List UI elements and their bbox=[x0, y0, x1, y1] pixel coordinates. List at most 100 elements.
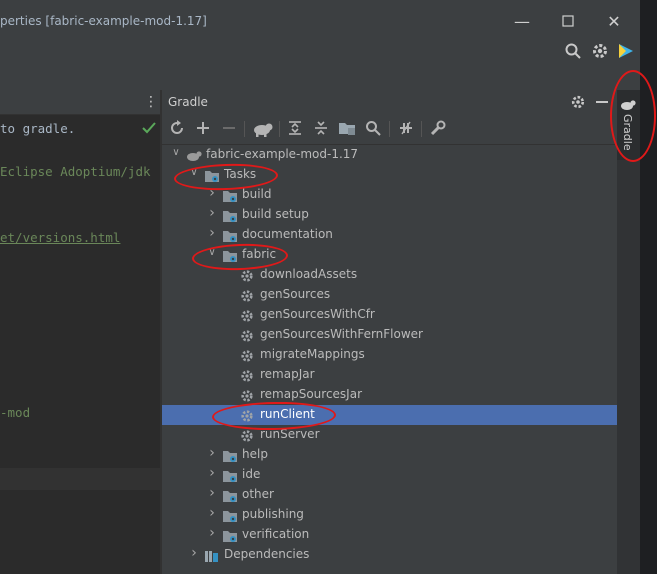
task-gear-icon bbox=[240, 428, 256, 442]
tree-task[interactable]: genSourcesWithCfr bbox=[162, 305, 617, 325]
toolbar-separator bbox=[279, 121, 280, 137]
settings-wrench-icon[interactable] bbox=[429, 120, 447, 138]
chevron-down-icon[interactable]: ∨ bbox=[206, 247, 218, 258]
tree-task[interactable]: runServer bbox=[162, 425, 617, 445]
panel-hide-icon[interactable] bbox=[596, 101, 608, 103]
tree-label: publishing bbox=[242, 507, 304, 521]
tree-label: build setup bbox=[242, 207, 309, 221]
tree-root-project[interactable]: ∨ fabric-example-mod-1.17 bbox=[162, 145, 617, 165]
tree-node-group[interactable]: › documentation bbox=[162, 225, 617, 245]
remove-icon[interactable] bbox=[220, 120, 238, 138]
tree-node-group[interactable]: › other bbox=[162, 485, 617, 505]
task-gear-icon bbox=[240, 388, 256, 402]
elephant-icon[interactable] bbox=[252, 120, 274, 138]
tree-label: Tasks bbox=[224, 167, 257, 181]
code-line: to gradle. bbox=[0, 121, 76, 136]
tree-node-group[interactable]: › verification bbox=[162, 525, 617, 545]
folder-gear-icon bbox=[222, 248, 238, 262]
chevron-right-icon[interactable]: › bbox=[206, 485, 218, 501]
search-icon[interactable] bbox=[364, 120, 382, 138]
group-modules-icon[interactable] bbox=[338, 120, 356, 138]
tree-node-group[interactable]: › ide bbox=[162, 465, 617, 485]
minimize-icon[interactable]: — bbox=[512, 12, 532, 32]
tree-task[interactable]: genSources bbox=[162, 285, 617, 305]
refresh-icon[interactable] bbox=[168, 120, 186, 138]
tree-node-group[interactable]: › build setup bbox=[162, 205, 617, 225]
toolbox-logo-icon[interactable] bbox=[617, 42, 635, 60]
tree-label: fabric-example-mod-1.17 bbox=[206, 147, 359, 161]
tree-node-group[interactable]: › build bbox=[162, 185, 617, 205]
chevron-right-icon[interactable]: › bbox=[206, 465, 218, 481]
chevron-right-icon[interactable]: › bbox=[188, 545, 200, 561]
task-gear-icon bbox=[240, 408, 256, 422]
task-gear-icon bbox=[240, 328, 256, 342]
folder-gear-icon bbox=[222, 208, 238, 222]
tree-label: genSourcesWithFernFlower bbox=[260, 327, 423, 341]
tree-node-dependencies[interactable]: › Dependencies bbox=[162, 545, 617, 565]
window-edge bbox=[640, 0, 657, 574]
folder-gear-icon bbox=[204, 168, 220, 182]
close-icon[interactable]: ✕ bbox=[604, 12, 624, 32]
chevron-down-icon[interactable]: ∨ bbox=[170, 147, 182, 158]
tree-label: runClient bbox=[260, 407, 315, 421]
tree-label: documentation bbox=[242, 227, 333, 241]
folder-gear-icon bbox=[222, 448, 238, 462]
editor-header bbox=[0, 90, 160, 115]
tree-label: other bbox=[242, 487, 274, 501]
window-title: perties [fabric-example-mod-1.17] bbox=[0, 14, 207, 28]
tree-label: migrateMappings bbox=[260, 347, 365, 361]
tree-label: genSourcesWithCfr bbox=[260, 307, 375, 321]
chevron-down-icon[interactable]: ∨ bbox=[188, 167, 200, 178]
more-options-icon[interactable]: ⋮ bbox=[144, 94, 158, 110]
settings-gear-icon[interactable] bbox=[591, 42, 609, 60]
tree-label: Dependencies bbox=[224, 547, 310, 561]
gradle-elephant-icon bbox=[186, 148, 202, 162]
main-toolbar bbox=[0, 36, 640, 67]
tree-task[interactable]: runClient bbox=[162, 405, 617, 425]
right-tool-strip bbox=[617, 90, 640, 574]
tree-node-tasks[interactable]: ∨ Tasks bbox=[162, 165, 617, 185]
navigation-bar bbox=[0, 66, 640, 91]
tree-label: runServer bbox=[260, 427, 320, 441]
chevron-right-icon[interactable]: › bbox=[206, 185, 218, 201]
toggle-offline-icon[interactable] bbox=[397, 120, 415, 138]
tree-node-group[interactable]: › publishing bbox=[162, 505, 617, 525]
tree-label: downloadAssets bbox=[260, 267, 358, 281]
search-everywhere-icon[interactable] bbox=[564, 42, 582, 60]
tree-node-fabric[interactable]: ∨ fabric bbox=[162, 245, 617, 265]
tree-task[interactable]: remapJar bbox=[162, 365, 617, 385]
task-gear-icon bbox=[240, 368, 256, 382]
tree-node-group[interactable]: › help bbox=[162, 445, 617, 465]
chevron-right-icon[interactable]: › bbox=[206, 225, 218, 241]
toolbar-separator bbox=[244, 121, 245, 137]
chevron-right-icon[interactable]: › bbox=[206, 445, 218, 461]
gradle-panel-title: Gradle bbox=[168, 95, 208, 109]
chevron-right-icon[interactable]: › bbox=[206, 505, 218, 521]
tree-task[interactable]: genSourcesWithFernFlower bbox=[162, 325, 617, 345]
toolbar-separator bbox=[389, 121, 390, 137]
code-line: Eclipse Adoptium/jdk bbox=[0, 164, 151, 179]
tree-label: remapSourcesJar bbox=[260, 387, 363, 401]
tree-task[interactable]: remapSourcesJar bbox=[162, 385, 617, 405]
task-gear-icon bbox=[240, 268, 256, 282]
tree-task[interactable]: downloadAssets bbox=[162, 265, 617, 285]
maximize-icon[interactable] bbox=[558, 12, 578, 32]
tree-label: verification bbox=[242, 527, 310, 541]
tree-task[interactable]: migrateMappings bbox=[162, 345, 617, 365]
folder-gear-icon bbox=[222, 508, 238, 522]
expand-all-icon[interactable] bbox=[286, 120, 304, 138]
code-link[interactable]: et/versions.html bbox=[0, 230, 120, 245]
folder-gear-icon bbox=[222, 468, 238, 482]
chevron-right-icon[interactable]: › bbox=[206, 525, 218, 541]
tree-label: ide bbox=[242, 467, 261, 481]
folder-gear-icon bbox=[222, 188, 238, 202]
chevron-right-icon[interactable]: › bbox=[206, 205, 218, 221]
dependencies-icon bbox=[204, 548, 220, 562]
collapse-all-icon[interactable] bbox=[312, 120, 330, 138]
panel-settings-icon[interactable] bbox=[570, 94, 586, 110]
editor-area bbox=[0, 90, 160, 574]
tree-label: genSources bbox=[260, 287, 331, 301]
add-icon[interactable] bbox=[194, 120, 212, 138]
checkmark-icon bbox=[141, 120, 157, 136]
folder-gear-icon bbox=[222, 228, 238, 242]
